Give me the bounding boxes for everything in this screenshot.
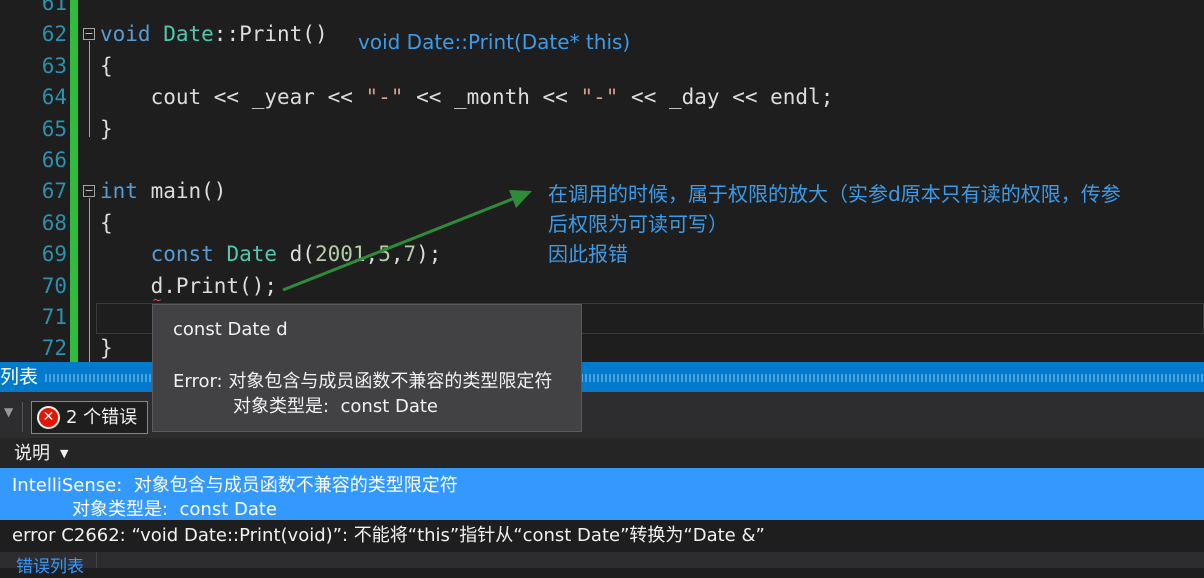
column-header-label: 说明 bbox=[14, 443, 50, 464]
errors-filter-button[interactable]: ✕ 2 个错误 bbox=[31, 401, 148, 434]
panel-title: 列表 bbox=[0, 366, 39, 388]
dropdown-arrow-icon[interactable]: ▼ bbox=[4, 405, 13, 419]
errors-count-label: 2 个错误 bbox=[66, 407, 138, 428]
tooltip-error: Error: 对象包含与成员函数不兼容的类型限定符 bbox=[173, 371, 553, 392]
tab-error-list[interactable]: 错误列表 bbox=[16, 556, 84, 578]
error-row[interactable]: error C2662: “void Date::Print(void)”: 不… bbox=[0, 520, 1204, 552]
tooltip-error-detail: 对象类型是: const Date bbox=[233, 396, 439, 417]
error-row-selected[interactable]: IntelliSense: 对象包含与成员函数不兼容的类型限定符 对象类型是: … bbox=[0, 468, 1204, 520]
error-tooltip: const Date d Error: 对象包含与成员函数不兼容的类型限定符 对… bbox=[152, 304, 582, 432]
column-header-description[interactable]: 说明 ▼ bbox=[0, 438, 1204, 468]
error-description: error C2662: “void Date::Print(void)”: 不… bbox=[12, 525, 765, 546]
tooltip-symbol: const Date d bbox=[173, 319, 288, 340]
error-icon: ✕ bbox=[37, 406, 60, 429]
bottom-tabs: 错误列表 bbox=[0, 552, 1204, 577]
sort-dropdown-icon[interactable]: ▼ bbox=[60, 438, 68, 470]
error-description: IntelliSense: 对象包含与成员函数不兼容的类型限定符 bbox=[12, 475, 458, 496]
error-description-detail: 对象类型是: const Date bbox=[72, 499, 278, 520]
divider bbox=[22, 402, 23, 432]
